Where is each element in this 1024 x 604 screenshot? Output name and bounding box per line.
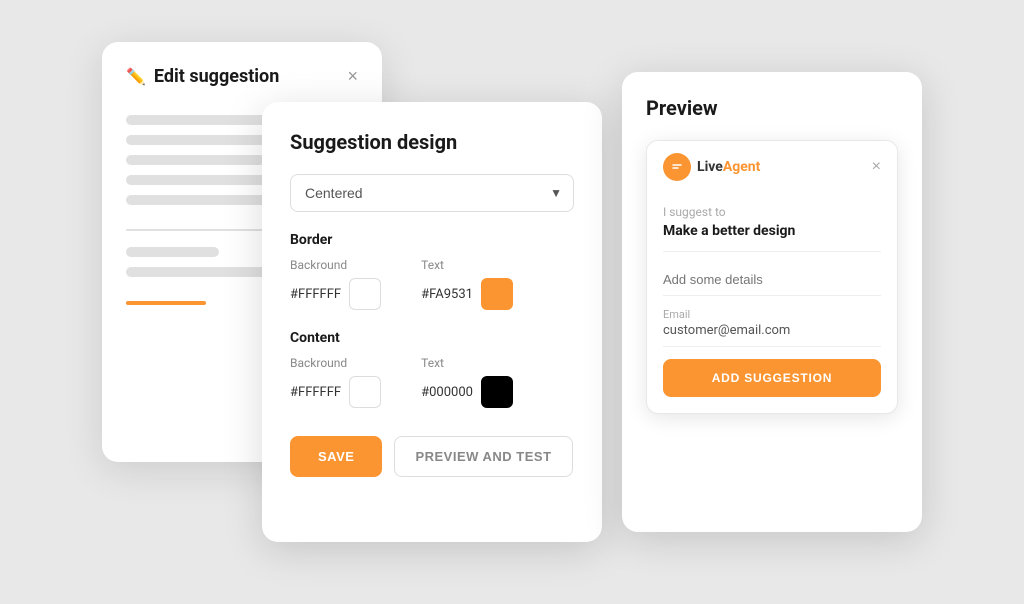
border-text-hex: #FA9531 — [421, 287, 473, 302]
border-text-swatch[interactable] — [481, 278, 513, 310]
widget-email-label: Email — [663, 308, 881, 321]
border-text-input-row: #FA9531 — [421, 278, 513, 310]
content-text-swatch[interactable] — [481, 376, 513, 408]
content-bg-label: Backround — [290, 356, 381, 370]
skeleton-orange-bar — [126, 301, 206, 305]
border-section-label: Border — [290, 232, 574, 248]
chat-bubble-icon — [669, 159, 685, 175]
edit-suggestion-title: Edit suggestion — [154, 66, 279, 87]
content-bg-input-row: #FFFFFF — [290, 376, 381, 408]
close-back-button[interactable]: × — [347, 66, 358, 87]
card-footer: SAVE PREVIEW AND TEST — [290, 436, 574, 477]
border-bg-swatch[interactable] — [349, 278, 381, 310]
preview-title: Preview — [646, 96, 898, 120]
content-text-hex: #000000 — [421, 385, 473, 400]
content-bg-swatch[interactable] — [349, 376, 381, 408]
add-suggestion-button[interactable]: ADD SUGGESTION — [663, 359, 881, 397]
widget-body: I suggest to Make a better design Email … — [647, 193, 897, 413]
skeleton-line — [126, 247, 219, 257]
content-color-row: Backround #FFFFFF Text #000000 — [290, 356, 574, 408]
logo-agent: Agent — [723, 159, 761, 175]
suggestion-design-title: Suggestion design — [290, 130, 574, 154]
liveagent-widget: LiveAgent × I suggest to Make a better d… — [646, 140, 898, 414]
logo-live: Live — [697, 159, 723, 175]
scene: ✏️ Edit suggestion × Suggestion design C… — [102, 42, 922, 562]
widget-suggest-label: I suggest to — [663, 205, 881, 219]
liveagent-logo-icon — [663, 153, 691, 181]
preview-and-test-button[interactable]: PREVIEW AND TEST — [394, 436, 572, 477]
preview-card: Preview LiveAgent × I sugg — [622, 72, 922, 532]
widget-details-input[interactable] — [663, 264, 881, 296]
layout-dropdown[interactable]: Centered Left Right — [290, 174, 574, 212]
content-text-input-row: #000000 — [421, 376, 513, 408]
border-text-item: Text #FA9531 — [421, 258, 513, 310]
liveagent-logo: LiveAgent — [663, 153, 760, 181]
widget-close-button[interactable]: × — [872, 158, 881, 176]
border-background-item: Backround #FFFFFF — [290, 258, 381, 310]
border-bg-input-row: #FFFFFF — [290, 278, 381, 310]
liveagent-logo-text: LiveAgent — [697, 159, 760, 175]
border-text-label: Text — [421, 258, 513, 272]
border-color-row: Backround #FFFFFF Text #FA9531 — [290, 258, 574, 310]
content-bg-hex: #FFFFFF — [290, 385, 341, 400]
content-text-item: Text #000000 — [421, 356, 513, 408]
save-button[interactable]: SAVE — [290, 436, 382, 477]
pencil-icon: ✏️ — [126, 67, 146, 86]
content-text-label: Text — [421, 356, 513, 370]
skeleton-line — [126, 155, 265, 165]
widget-email-value: customer@email.com — [663, 323, 881, 347]
border-bg-label: Backround — [290, 258, 381, 272]
border-bg-hex: #FFFFFF — [290, 287, 341, 302]
content-section-label: Content — [290, 330, 574, 346]
widget-suggestion-value: Make a better design — [663, 223, 881, 252]
card-back-header: ✏️ Edit suggestion × — [126, 66, 358, 87]
suggestion-design-card: Suggestion design Centered Left Right ▼ … — [262, 102, 602, 542]
layout-dropdown-wrapper[interactable]: Centered Left Right ▼ — [290, 174, 574, 212]
widget-header: LiveAgent × — [647, 141, 897, 193]
content-background-item: Backround #FFFFFF — [290, 356, 381, 408]
